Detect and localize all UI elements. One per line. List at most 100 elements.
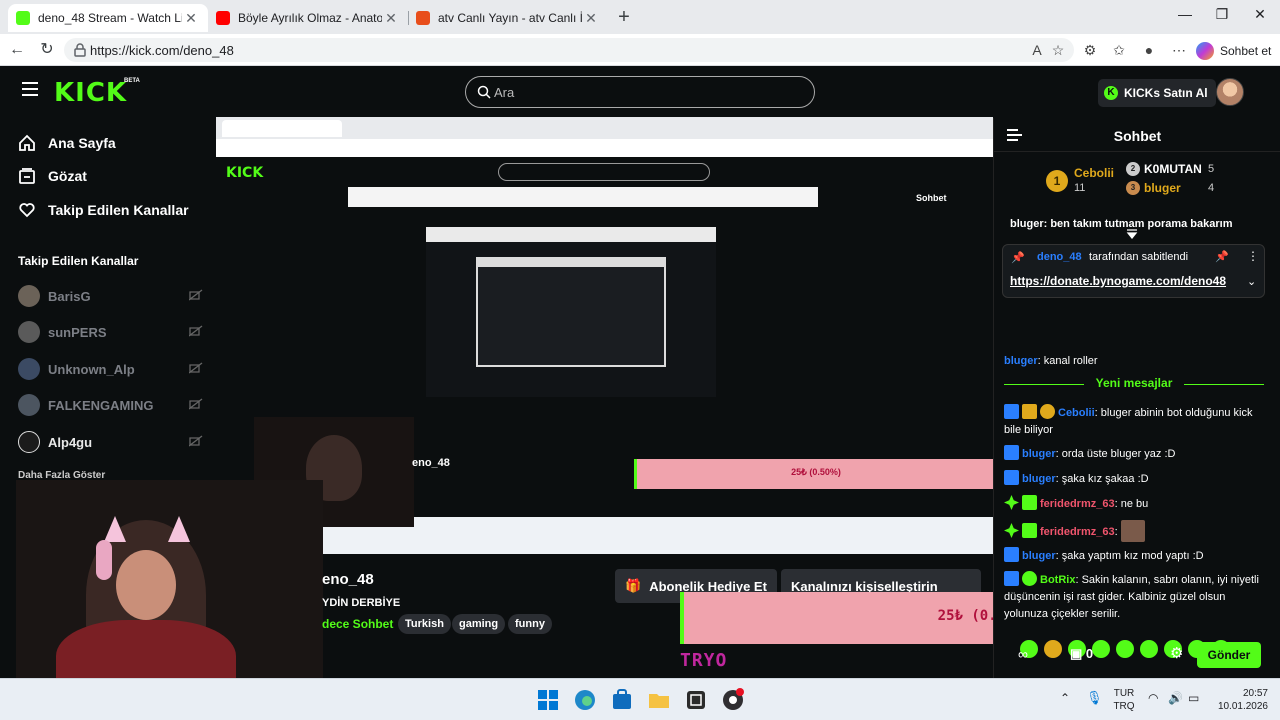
snipping-tool-icon[interactable] (684, 688, 708, 712)
home-icon (19, 134, 35, 151)
favorite-star-icon[interactable]: ☆ (1049, 41, 1067, 59)
copilot-icon (1196, 42, 1214, 60)
stream-capture-nested-page-3 (478, 267, 664, 365)
sidebar-channel[interactable]: Alp4gu (18, 430, 203, 454)
sidebar-item-label: Gözat (48, 168, 87, 184)
copilot-button[interactable]: Sohbet et (1196, 40, 1271, 62)
channel-name[interactable]: eno_48 (322, 571, 374, 588)
microphone-icon[interactable]: 🎙 (1086, 690, 1103, 706)
kick-header: KICK BETA Ara K KICKs Satın Al (4, 66, 1280, 118)
sidebar-channel[interactable]: Unknown_Alp (18, 357, 203, 381)
chat-text: kanal roller (1043, 355, 1098, 367)
pinned-more-icon[interactable]: ⋮ (1247, 249, 1259, 263)
chat-settings-gear-icon[interactable]: ⚙ (1170, 644, 1190, 664)
read-aloud-icon[interactable]: A (1028, 41, 1046, 59)
send-chat-button[interactable]: Gönder (1197, 642, 1261, 668)
search-input[interactable]: Ara (465, 76, 815, 108)
address-bar[interactable]: https://kick.com/deno_48 (64, 38, 1074, 62)
store-icon[interactable] (610, 688, 634, 712)
show-hidden-icons-chevron-icon[interactable]: ⌃ (1060, 691, 1074, 705)
profile-icon[interactable]: ● (1140, 41, 1158, 59)
refresh-icon[interactable]: ↻ (36, 40, 58, 60)
channel-avatar (18, 358, 40, 380)
sidebar-channel[interactable]: sunPERS (18, 320, 203, 344)
windows-taskbar: ⌃ 🎙 TUR TRQ ◠ 🔊 ▭ 20:57 10.01.2026 (0, 678, 1280, 720)
tab-atv[interactable]: atv Canlı Yayın - atv Canlı İzle - Ca ✕ (408, 4, 608, 32)
more-menu-icon[interactable]: ⋯ (1170, 41, 1188, 59)
chat-username[interactable]: bluger (1022, 473, 1056, 485)
minimize-button[interactable]: — (1170, 6, 1200, 28)
site-info-icon[interactable] (72, 42, 88, 58)
battery-icon[interactable]: ▭ (1188, 691, 1204, 705)
unpin-icon[interactable]: 📌 (1215, 250, 1229, 263)
hamburger-menu-icon[interactable] (22, 82, 38, 96)
sidebar-item-home[interactable]: Ana Sayfa (18, 132, 116, 154)
pinned-link[interactable]: https://donate.bynogame.com/deno48 (1010, 274, 1226, 288)
volume-icon[interactable]: 🔊 (1168, 691, 1183, 705)
video-player[interactable]: KICK Sohbet 25₺ (0.50%) eno_48 (216, 117, 993, 554)
verified-bot-icon (1022, 571, 1037, 586)
user-avatar[interactable] (1216, 78, 1244, 106)
sidebar-item-browse[interactable]: Gözat (18, 165, 87, 187)
subscriber-badge-icon (1004, 547, 1019, 562)
subscriber-badge-icon (1004, 470, 1019, 485)
stream-capture-navbar (216, 139, 993, 157)
search-placeholder: Ara (494, 85, 515, 100)
tag-funny[interactable]: funny (508, 614, 552, 634)
favorites-icon[interactable]: ✩ (1110, 41, 1128, 59)
start-windows-icon[interactable] (536, 688, 560, 712)
headphone-left (96, 540, 112, 580)
copilot-label: Sohbet et (1220, 44, 1272, 58)
leaderboard-name[interactable]: Cebolii (1074, 166, 1114, 180)
channel-name: BarisG (48, 288, 91, 304)
infinity-symbol: ∞ (1018, 646, 1028, 662)
stream-category[interactable]: dece Sohbet (322, 617, 393, 631)
emote-icon[interactable] (1140, 640, 1158, 658)
pinned-by-name[interactable]: deno_48 (1037, 251, 1082, 263)
new-tab-button[interactable]: + (612, 6, 636, 30)
maximize-button[interactable]: ❐ (1207, 6, 1237, 28)
chevron-down-icon[interactable]: ⌄ (1247, 275, 1256, 288)
taskbar-clock[interactable]: 20:57 10.01.2026 (1214, 687, 1268, 713)
clock-date: 10.01.2026 (1217, 701, 1268, 712)
chat-username[interactable]: bluger (1004, 355, 1038, 367)
wifi-icon[interactable]: ◠ (1148, 691, 1162, 705)
close-tab-icon[interactable]: ✕ (582, 10, 600, 27)
close-tab-icon[interactable]: ✕ (182, 10, 200, 27)
tryo-watermark: TRYO (680, 650, 728, 671)
kick-logo[interactable]: KICK (54, 78, 127, 108)
edge-browser-icon[interactable] (573, 688, 597, 712)
subscriber-badge-icon (1004, 404, 1019, 419)
channel-avatar (18, 431, 40, 453)
leaderboard-name[interactable]: bluger (1144, 181, 1181, 195)
close-tab-icon[interactable]: ✕ (382, 10, 400, 27)
channel-avatar (18, 285, 40, 307)
tab-kick[interactable]: deno_48 Stream - Watch Live on K ✕ (8, 4, 208, 32)
gift-counter[interactable]: ▣ 0 (1070, 646, 1110, 664)
tag-turkish[interactable]: Turkish (398, 614, 451, 634)
channel-points-icon[interactable]: ∞ (1018, 646, 1058, 664)
tab-youtube[interactable]: Böyle Ayrılık Olmaz - Anatolian Ps ✕ (208, 4, 408, 32)
buy-kicks-button[interactable]: K KICKs Satın Al (1098, 79, 1216, 107)
chat-username[interactable]: Cebolii (1058, 407, 1095, 419)
sidebar-channel[interactable]: FALKENGAMING (18, 393, 203, 417)
sidebar-item-following[interactable]: Takip Edilen Kanallar (18, 199, 189, 221)
input-language-indicator[interactable]: TUR TRQ (1110, 687, 1138, 713)
file-explorer-icon[interactable] (647, 688, 671, 712)
chat-username[interactable]: BotRix (1040, 574, 1075, 586)
chat-username[interactable]: feridedrmz_63 (1040, 498, 1115, 510)
back-arrow-icon[interactable]: ← (6, 40, 28, 60)
emote-icon[interactable] (1116, 640, 1134, 658)
chat-username[interactable]: bluger (1022, 550, 1056, 562)
sparkle-badge-icon (1004, 523, 1019, 538)
tag-gaming[interactable]: gaming (452, 614, 506, 634)
obs-icon[interactable] (721, 688, 745, 712)
chat-username[interactable]: feridedrmz_63 (1040, 526, 1115, 538)
extensions-icon[interactable]: ⚙ (1081, 41, 1099, 59)
chat-username[interactable]: bluger (1022, 448, 1056, 460)
close-window-button[interactable]: ✕ (1245, 6, 1275, 28)
leaderboard-name[interactable]: K0MUTAN (1144, 162, 1202, 176)
rank-badge: 2 (1126, 162, 1140, 176)
sidebar-channel[interactable]: BarisG (18, 284, 203, 308)
scroll-to-pinned-icon[interactable] (1126, 226, 1138, 240)
